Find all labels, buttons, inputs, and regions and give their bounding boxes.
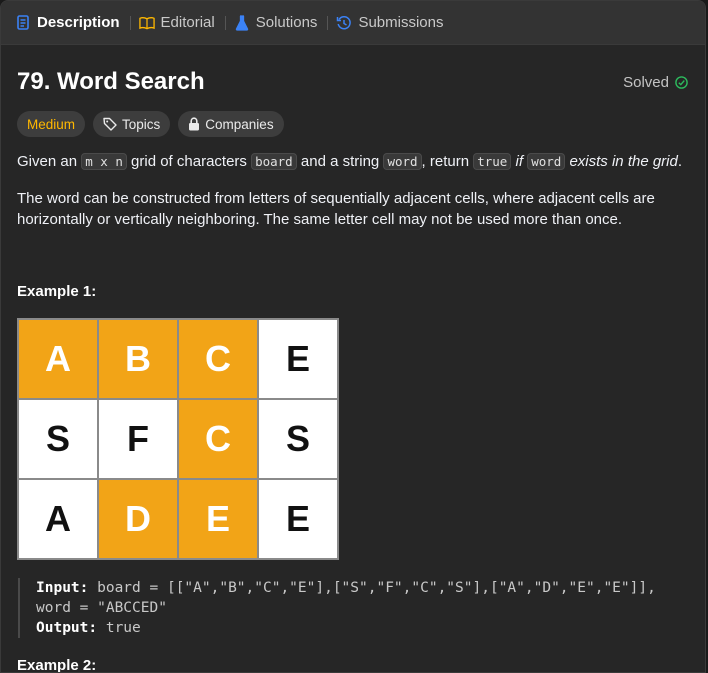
text: .: [677, 153, 683, 170]
tab-label: Editorial: [160, 14, 215, 31]
companies-label: Companies: [205, 116, 274, 132]
board-cell: E: [258, 479, 338, 559]
description-paragraph-2: The word can be constructed from letters…: [17, 190, 655, 228]
tab-description[interactable]: Description: [15, 1, 128, 44]
board-cell: E: [178, 479, 258, 559]
tab-solutions[interactable]: Solutions: [234, 1, 326, 44]
tab-label: Solutions: [255, 14, 318, 31]
input-label: Input:: [36, 580, 89, 596]
board-cell: C: [178, 399, 258, 479]
text: and a string: [296, 153, 384, 170]
output-label: Output:: [36, 620, 98, 636]
text: grid of characters: [126, 153, 252, 170]
example-2-title: Example 2:: [17, 657, 97, 673]
description-icon: [15, 15, 31, 31]
difficulty-label: Medium: [27, 116, 76, 132]
tab-label: Description: [37, 14, 120, 31]
difficulty-badge: Medium: [17, 111, 86, 137]
text: exists in the grid: [565, 153, 678, 170]
text: , return: [421, 153, 474, 170]
board-cell: D: [98, 479, 178, 559]
companies-button[interactable]: Companies: [178, 111, 284, 137]
history-icon: [336, 15, 352, 31]
inline-code: word: [527, 153, 566, 170]
board-cell: C: [178, 319, 258, 399]
inline-code: word: [383, 153, 422, 170]
example-1-title: Example 1:: [17, 283, 97, 300]
inline-code: m x n: [81, 153, 127, 170]
board-cell: S: [258, 399, 338, 479]
description-paragraph-1: Given an m x n grid of characters board …: [17, 151, 689, 172]
board-cell: A: [18, 479, 98, 559]
tab-divider: [327, 15, 329, 30]
solved-status: Solved: [623, 74, 688, 91]
text: Given an: [17, 153, 82, 170]
tab-submissions[interactable]: Submissions: [336, 1, 451, 44]
input-value: board = [["A","B","C","E"],["S","F","C",…: [36, 580, 656, 616]
topics-button[interactable]: Topics: [93, 111, 171, 137]
board-cell: B: [98, 319, 178, 399]
problem-title[interactable]: 79. Word Search: [17, 68, 205, 96]
board-cell: E: [258, 319, 338, 399]
tab-bar: Description Editorial Solutions Submissi…: [1, 1, 705, 45]
board-cell: A: [18, 319, 98, 399]
check-circle-icon: [675, 75, 688, 89]
book-icon: [138, 15, 155, 31]
board-cell: F: [98, 399, 178, 479]
tab-editorial[interactable]: Editorial: [138, 1, 223, 44]
board-cell: S: [18, 399, 98, 479]
topics-label: Topics: [122, 116, 161, 132]
inline-code: board: [251, 153, 297, 170]
flask-icon: [234, 14, 250, 31]
inline-code: true: [473, 153, 512, 170]
solved-label: Solved: [623, 73, 669, 91]
text: if: [511, 153, 528, 170]
output-value: true: [97, 620, 141, 636]
tag-icon: [103, 117, 117, 131]
tab-divider: [224, 15, 226, 30]
example-1-block: Input: board = [["A","B","C","E"],["S","…: [18, 578, 689, 638]
example-1-board-image: ABCESFCSADEE: [17, 318, 339, 560]
lock-icon: [188, 117, 200, 131]
description-content: 79. Word Search Solved Medium Topics Com…: [1, 67, 705, 673]
badge-row: Medium Topics Companies: [17, 111, 689, 137]
tab-divider: [129, 15, 131, 30]
tab-label: Submissions: [358, 14, 444, 31]
problem-panel: Description Editorial Solutions Submissi…: [0, 0, 706, 673]
